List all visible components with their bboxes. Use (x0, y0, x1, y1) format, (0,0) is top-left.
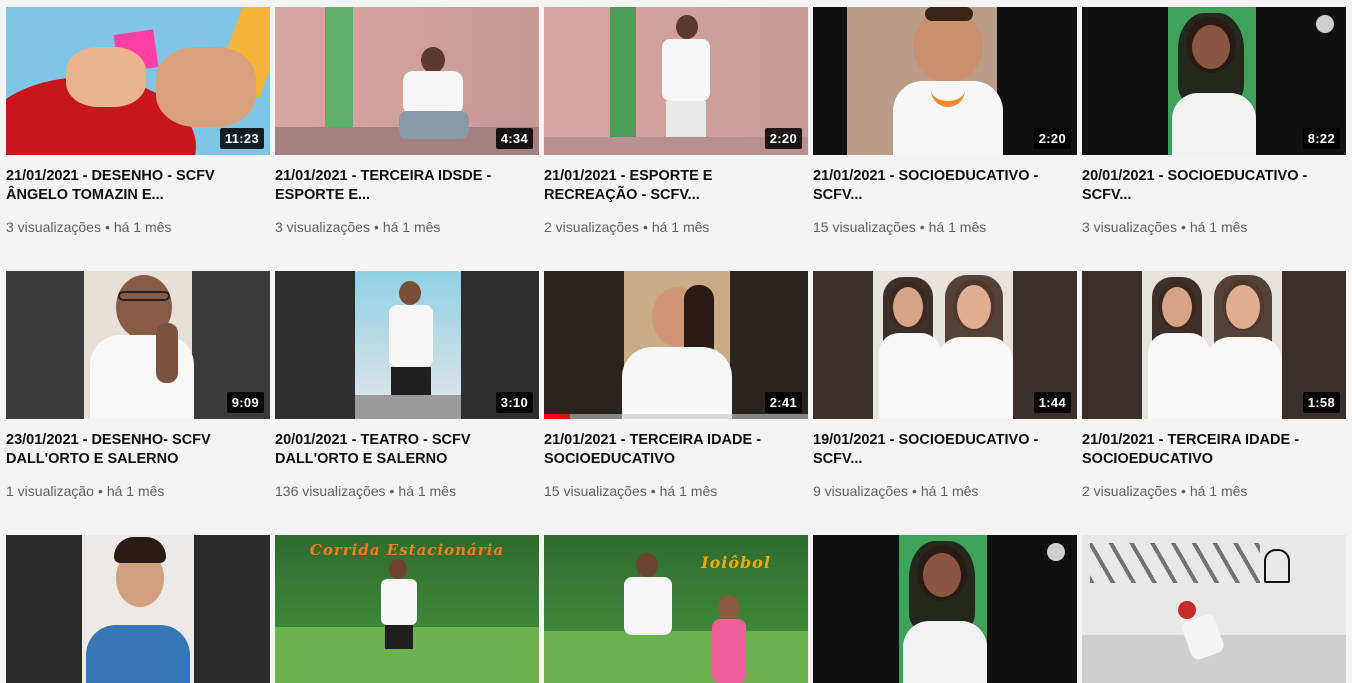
watermark-icon (1047, 543, 1065, 561)
video-thumbnail[interactable]: 2:41 (544, 271, 808, 419)
video-card[interactable]: 1:58 21/01/2021 - TERCEIRA IDADE - SOCIOE… (1082, 271, 1346, 535)
video-title[interactable]: 21/01/2021 - TERCEIRA IDSDE - ESPORTE E.… (275, 167, 539, 205)
duration-badge: 2:41 (764, 392, 802, 413)
video-grid: 11:23 21/01/2021 - DESENHO - SCFV ÂNGELO … (6, 7, 1346, 683)
video-thumbnail[interactable]: 8:22 (1082, 7, 1346, 155)
duration-badge: 9:09 (226, 392, 264, 413)
meta-separator: • (642, 219, 648, 235)
duration-badge: 3:10 (495, 392, 533, 413)
video-meta: 2 visualizações • há 1 mês (544, 219, 808, 235)
video-title[interactable]: 23/01/2021 - DESENHO- SCFV DALL'ORTO E S… (6, 431, 270, 469)
meta-separator: • (1180, 483, 1186, 499)
meta-separator: • (919, 219, 925, 235)
upload-age: há 1 mês (928, 219, 987, 235)
video-meta: 1 visualização • há 1 mês (6, 483, 270, 499)
video-card[interactable]: 1:44 19/01/2021 - SOCIOEDUCATIVO - SCFV..… (813, 271, 1077, 535)
video-thumbnail[interactable]: 1:44 (813, 271, 1077, 419)
upload-age: há 1 mês (1189, 483, 1248, 499)
video-thumbnail[interactable]: Corrida Estacionária (275, 535, 539, 683)
view-count: 3 visualizações (275, 219, 370, 235)
video-meta: 15 visualizações • há 1 mês (813, 219, 1077, 235)
view-count: 136 visualizações (275, 483, 386, 499)
view-count: 2 visualizações (544, 219, 639, 235)
view-count: 15 visualizações (544, 483, 647, 499)
video-card[interactable] (813, 535, 1077, 683)
view-count: 3 visualizações (6, 219, 101, 235)
video-thumbnail[interactable] (6, 535, 270, 683)
watermark-icon (1316, 15, 1334, 33)
view-count: 9 visualizações (813, 483, 908, 499)
upload-age: há 1 mês (651, 219, 710, 235)
video-title[interactable]: 21/01/2021 - SOCIOEDUCATIVO - SCFV... (813, 167, 1077, 205)
duration-badge: 1:44 (1033, 392, 1071, 413)
video-title[interactable]: 19/01/2021 - SOCIOEDUCATIVO - SCFV... (813, 431, 1077, 469)
video-meta: 3 visualizações • há 1 mês (1082, 219, 1346, 235)
video-card[interactable]: 2:20 21/01/2021 - ESPORTE E RECREAÇÃO - S… (544, 7, 808, 271)
duration-badge: 2:20 (764, 128, 802, 149)
meta-separator: • (650, 483, 656, 499)
upload-age: há 1 mês (920, 483, 979, 499)
video-title[interactable]: 20/01/2021 - TEATRO - SCFV DALL'ORTO E S… (275, 431, 539, 469)
upload-age: há 1 mês (106, 483, 165, 499)
video-thumbnail[interactable]: 2:20 (813, 7, 1077, 155)
video-meta: 136 visualizações • há 1 mês (275, 483, 539, 499)
view-count: 15 visualizações (813, 219, 916, 235)
upload-age: há 1 mês (382, 219, 441, 235)
video-title[interactable]: 21/01/2021 - ESPORTE E RECREAÇÃO - SCFV.… (544, 167, 808, 205)
video-card[interactable]: 8:22 20/01/2021 - SOCIOEDUCATIVO - SCFV..… (1082, 7, 1346, 271)
video-title[interactable]: 20/01/2021 - SOCIOEDUCATIVO - SCFV... (1082, 167, 1346, 205)
upload-age: há 1 mês (113, 219, 172, 235)
duration-badge: 11:23 (219, 128, 264, 149)
upload-age: há 1 mês (1189, 219, 1248, 235)
video-thumbnail[interactable]: Ioiôbol (544, 535, 808, 683)
video-title[interactable]: 21/01/2021 - TERCEIRA IDADE - SOCIOEDUCA… (1082, 431, 1346, 469)
video-card[interactable]: 2:20 21/01/2021 - SOCIOEDUCATIVO - SCFV..… (813, 7, 1077, 271)
video-card[interactable] (6, 535, 270, 683)
video-meta: 2 visualizações • há 1 mês (1082, 483, 1346, 499)
video-thumbnail[interactable] (1082, 535, 1346, 683)
video-thumbnail[interactable]: 9:09 (6, 271, 270, 419)
thumbnail-overlay-text: Ioiôbol (701, 553, 771, 572)
video-card[interactable]: Corrida Estacionária (275, 535, 539, 683)
view-count: 1 visualização (6, 483, 94, 499)
duration-badge: 2:20 (1033, 128, 1071, 149)
video-card[interactable] (1082, 535, 1346, 683)
video-card[interactable]: 9:09 23/01/2021 - DESENHO- SCFV DALL'ORTO… (6, 271, 270, 535)
duration-badge: 1:58 (1302, 392, 1340, 413)
meta-separator: • (104, 219, 110, 235)
video-meta: 9 visualizações • há 1 mês (813, 483, 1077, 499)
video-card[interactable]: 4:34 21/01/2021 - TERCEIRA IDSDE - ESPORT… (275, 7, 539, 271)
video-title[interactable]: 21/01/2021 - DESENHO - SCFV ÂNGELO TOMAZ… (6, 167, 270, 205)
video-thumbnail[interactable]: 4:34 (275, 7, 539, 155)
meta-separator: • (373, 219, 379, 235)
view-count: 2 visualizações (1082, 483, 1177, 499)
view-count: 3 visualizações (1082, 219, 1177, 235)
video-thumbnail[interactable]: 1:58 (1082, 271, 1346, 419)
video-thumbnail[interactable]: 3:10 (275, 271, 539, 419)
thumbnail-overlay-text: Corrida Estacionária (309, 541, 505, 559)
meta-separator: • (389, 483, 395, 499)
meta-separator: • (911, 483, 917, 499)
video-card[interactable]: 11:23 21/01/2021 - DESENHO - SCFV ÂNGELO … (6, 7, 270, 271)
video-thumbnail[interactable] (813, 535, 1077, 683)
watch-progress-bar (544, 414, 808, 419)
meta-separator: • (1180, 219, 1186, 235)
video-meta: 3 visualizações • há 1 mês (6, 219, 270, 235)
video-card[interactable]: Ioiôbol (544, 535, 808, 683)
video-card[interactable]: 3:10 20/01/2021 - TEATRO - SCFV DALL'ORTO… (275, 271, 539, 535)
duration-badge: 8:22 (1302, 128, 1340, 149)
upload-age: há 1 mês (659, 483, 718, 499)
upload-age: há 1 mês (398, 483, 457, 499)
video-card[interactable]: 2:41 21/01/2021 - TERCEIRA IDADE - SOCIOE… (544, 271, 808, 535)
video-title[interactable]: 21/01/2021 - TERCEIRA IDADE - SOCIOEDUCA… (544, 431, 808, 469)
meta-separator: • (97, 483, 103, 499)
video-meta: 15 visualizações • há 1 mês (544, 483, 808, 499)
video-thumbnail[interactable]: 2:20 (544, 7, 808, 155)
duration-badge: 4:34 (495, 128, 533, 149)
video-thumbnail[interactable]: 11:23 (6, 7, 270, 155)
video-meta: 3 visualizações • há 1 mês (275, 219, 539, 235)
